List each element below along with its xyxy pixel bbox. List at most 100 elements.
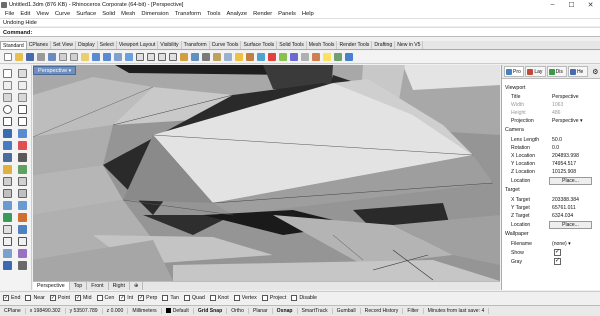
copy-icon[interactable] <box>70 53 78 61</box>
point-icon[interactable] <box>18 69 27 78</box>
mesh-icon[interactable] <box>3 153 12 162</box>
camera-place-button[interactable]: Place... <box>549 177 592 185</box>
cplane-icon[interactable] <box>224 53 232 61</box>
light-icon[interactable] <box>323 53 331 61</box>
target-place-button[interactable]: Place... <box>549 221 592 229</box>
close-icon[interactable]: ✕ <box>581 0 600 9</box>
tab-render-tools[interactable]: Render Tools <box>337 41 373 49</box>
box-solid-icon[interactable] <box>3 141 12 150</box>
hide-objects-icon[interactable] <box>235 53 243 61</box>
panel-tab-properties[interactable]: Pro <box>504 66 525 77</box>
osnap-cen[interactable]: Cen <box>96 295 114 301</box>
osnap-tan[interactable]: Tan <box>162 295 179 301</box>
menu-view[interactable]: View <box>33 11 51 17</box>
surface-icon[interactable] <box>3 129 12 138</box>
tab-standard[interactable]: Standard <box>0 41 27 49</box>
y-target-field[interactable]: 65761.011 <box>552 205 576 211</box>
polyline-icon[interactable] <box>3 81 12 90</box>
tab-curve-tools[interactable]: Curve Tools <box>210 41 242 49</box>
render-tool-icon[interactable] <box>3 261 12 270</box>
osnap-vertex[interactable]: Vertex <box>233 295 257 301</box>
undo-view-icon[interactable] <box>180 53 188 61</box>
projection-dropdown[interactable]: Perspective <box>552 118 583 124</box>
status-planar[interactable]: Planar <box>249 308 273 314</box>
menu-tools[interactable]: Tools <box>204 11 224 17</box>
tab-perspective[interactable]: Perspective <box>33 282 70 290</box>
select-arrow-icon[interactable] <box>3 69 12 78</box>
menu-edit[interactable]: Edit <box>17 11 33 17</box>
lens-length-field[interactable]: 50.0 <box>552 137 562 143</box>
rotate-view-icon[interactable] <box>125 53 133 61</box>
menu-dimension[interactable]: Dimension <box>138 11 171 17</box>
add-viewport-tab-icon[interactable]: ⊕ <box>130 282 144 290</box>
osnap-knot[interactable]: Knot <box>209 295 229 301</box>
rotation-field[interactable]: 0.0 <box>552 145 559 151</box>
four-viewports-icon[interactable] <box>191 53 199 61</box>
z-location-field[interactable]: 10125.908 <box>552 169 576 175</box>
open-file-icon[interactable] <box>15 53 23 61</box>
status-record-history[interactable]: Record History <box>361 308 404 314</box>
panel-tab-layers[interactable]: Lay <box>525 66 546 77</box>
show-checkbox[interactable]: ✓ <box>554 249 561 256</box>
scale-icon[interactable] <box>18 213 27 222</box>
osnap-near[interactable]: Near <box>25 295 45 301</box>
dimension-icon[interactable] <box>3 237 12 246</box>
array-icon[interactable] <box>18 225 27 234</box>
menu-surface[interactable]: Surface <box>73 11 99 17</box>
import-icon[interactable] <box>48 53 56 61</box>
paste-icon[interactable] <box>81 53 89 61</box>
fillet-icon[interactable] <box>3 165 12 174</box>
select-all-icon[interactable] <box>213 53 221 61</box>
menu-analyze[interactable]: Analyze <box>223 11 250 17</box>
rendered-view-icon[interactable] <box>290 53 298 61</box>
x-target-field[interactable]: 203388.384 <box>552 197 579 203</box>
minimize-icon[interactable]: – <box>543 0 562 9</box>
explode-icon[interactable] <box>18 189 27 198</box>
pan-icon[interactable] <box>114 53 122 61</box>
tab-visibility[interactable]: Visibility <box>158 41 182 49</box>
new-file-icon[interactable] <box>4 53 12 61</box>
menu-solid[interactable]: Solid <box>99 11 118 17</box>
mesh-tools-icon[interactable] <box>18 153 27 162</box>
osnap-end[interactable]: ✓ End <box>3 295 20 301</box>
tab-right[interactable]: Right <box>109 282 130 290</box>
tab-solid-tools[interactable]: Solid Tools <box>277 41 307 49</box>
menu-help[interactable]: Help <box>299 11 317 17</box>
tab-select[interactable]: Select <box>98 41 117 49</box>
line-icon[interactable] <box>18 81 27 90</box>
status-cplane[interactable]: CPlane <box>0 308 26 314</box>
analyze-icon[interactable] <box>3 249 12 258</box>
help-icon[interactable] <box>345 53 353 61</box>
tab-set-view[interactable]: Set View <box>51 41 76 49</box>
status-units[interactable]: Millimeters <box>128 308 162 314</box>
tab-display[interactable]: Display <box>76 41 98 49</box>
tab-transform[interactable]: Transform <box>182 41 210 49</box>
status-layer[interactable]: Default <box>162 308 194 314</box>
text-icon[interactable] <box>18 237 27 246</box>
x-location-field[interactable]: 204893.998 <box>552 153 579 159</box>
mirror-icon[interactable] <box>3 225 12 234</box>
status-grid-snap[interactable]: Grid Snap <box>194 308 228 314</box>
tab-mesh-tools[interactable]: Mesh Tools <box>307 41 338 49</box>
maximize-icon[interactable]: ☐ <box>562 0 581 9</box>
wallpaper-filename-dropdown[interactable]: (none) <box>552 241 571 247</box>
menu-mesh[interactable]: Mesh <box>118 11 138 17</box>
menu-file[interactable]: File <box>2 11 17 17</box>
curvature-icon[interactable] <box>18 249 27 258</box>
circle-icon[interactable] <box>3 105 12 114</box>
print-icon[interactable] <box>37 53 45 61</box>
move-icon[interactable] <box>3 201 12 210</box>
status-smarttrack[interactable]: SmartTrack <box>298 308 333 314</box>
osnap-disable[interactable]: Disable <box>291 295 317 301</box>
zoom-extents-icon[interactable] <box>158 53 166 61</box>
rotate-icon[interactable] <box>3 213 12 222</box>
chamfer-icon[interactable] <box>18 165 27 174</box>
panel-tab-display[interactable]: Dis <box>546 66 567 77</box>
polygon-icon[interactable] <box>18 117 27 126</box>
tab-surface-tools[interactable]: Surface Tools <box>241 41 278 49</box>
osnap-perp[interactable]: ✓ Perp <box>138 295 157 301</box>
tab-front[interactable]: Front <box>87 282 109 290</box>
status-osnap[interactable]: Osnap <box>273 308 298 314</box>
menu-curve[interactable]: Curve <box>52 11 73 17</box>
redo-icon[interactable] <box>103 53 111 61</box>
